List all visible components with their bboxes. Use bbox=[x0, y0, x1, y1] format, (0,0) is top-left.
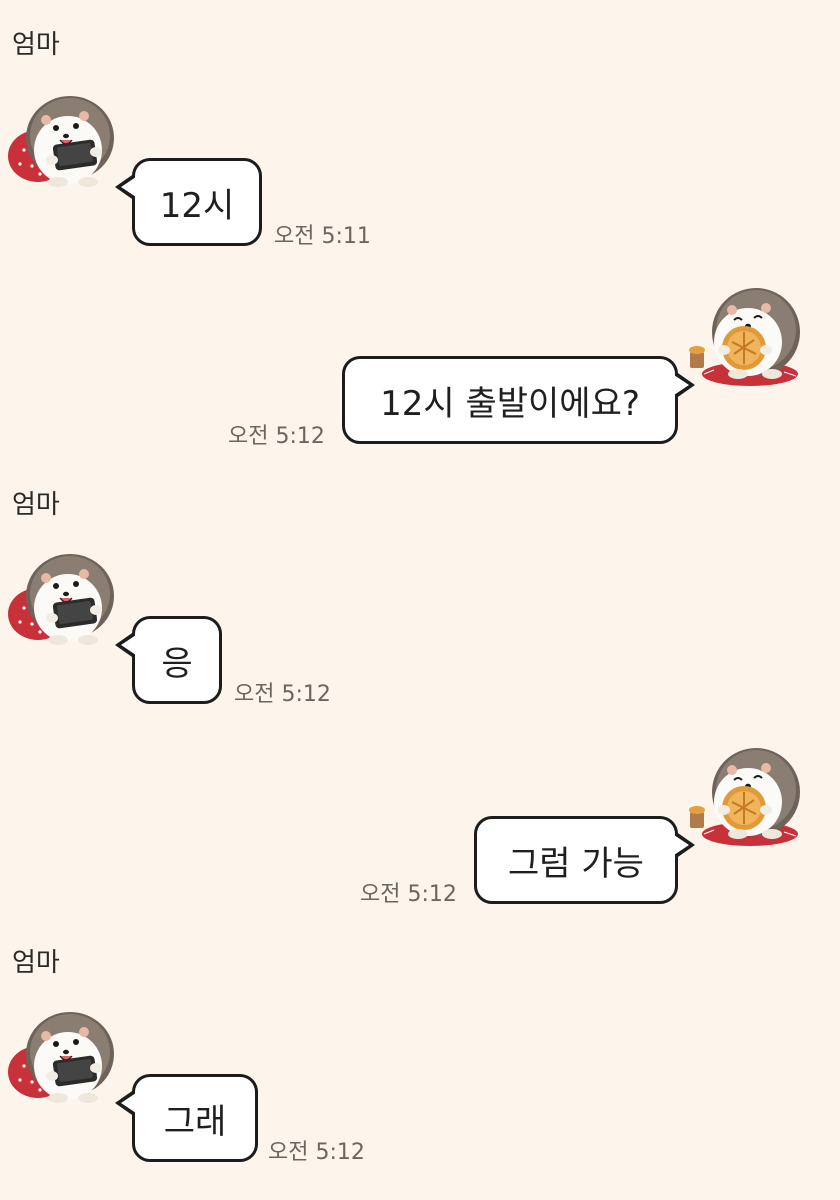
hedgehog-with-cookie-icon[interactable] bbox=[684, 734, 804, 854]
message-bubble-received[interactable]: 응 bbox=[115, 616, 222, 704]
sender-name: 엄마 bbox=[12, 948, 60, 978]
message-bubble-received[interactable]: 그래 bbox=[115, 1074, 258, 1162]
message-timestamp: 오전 5:11 bbox=[274, 224, 371, 249]
message-text: 응 bbox=[161, 643, 193, 684]
hedgehog-with-phone-icon[interactable] bbox=[6, 536, 126, 656]
hedgehog-with-phone-icon[interactable] bbox=[6, 994, 126, 1114]
message-text: 12시 출발이에요? bbox=[380, 383, 640, 424]
message-timestamp: 오전 5:12 bbox=[268, 1140, 365, 1165]
message-bubble-sent[interactable]: 12시 출발이에요? bbox=[342, 356, 695, 444]
message-timestamp: 오전 5:12 bbox=[234, 682, 331, 707]
message-text: 그래 bbox=[163, 1101, 227, 1142]
message-timestamp: 오전 5:12 bbox=[360, 882, 457, 907]
sender-name: 엄마 bbox=[12, 490, 60, 520]
message-text: 그럼 가능 bbox=[508, 843, 644, 884]
message-bubble-received[interactable]: 12시 bbox=[115, 158, 262, 246]
sender-name: 엄마 bbox=[12, 30, 60, 60]
message-bubble-sent[interactable]: 그럼 가능 bbox=[474, 816, 695, 904]
message-text: 12시 bbox=[159, 185, 235, 226]
hedgehog-with-phone-icon[interactable] bbox=[6, 78, 126, 198]
hedgehog-with-cookie-icon[interactable] bbox=[684, 274, 804, 394]
message-timestamp: 오전 5:12 bbox=[228, 424, 325, 449]
